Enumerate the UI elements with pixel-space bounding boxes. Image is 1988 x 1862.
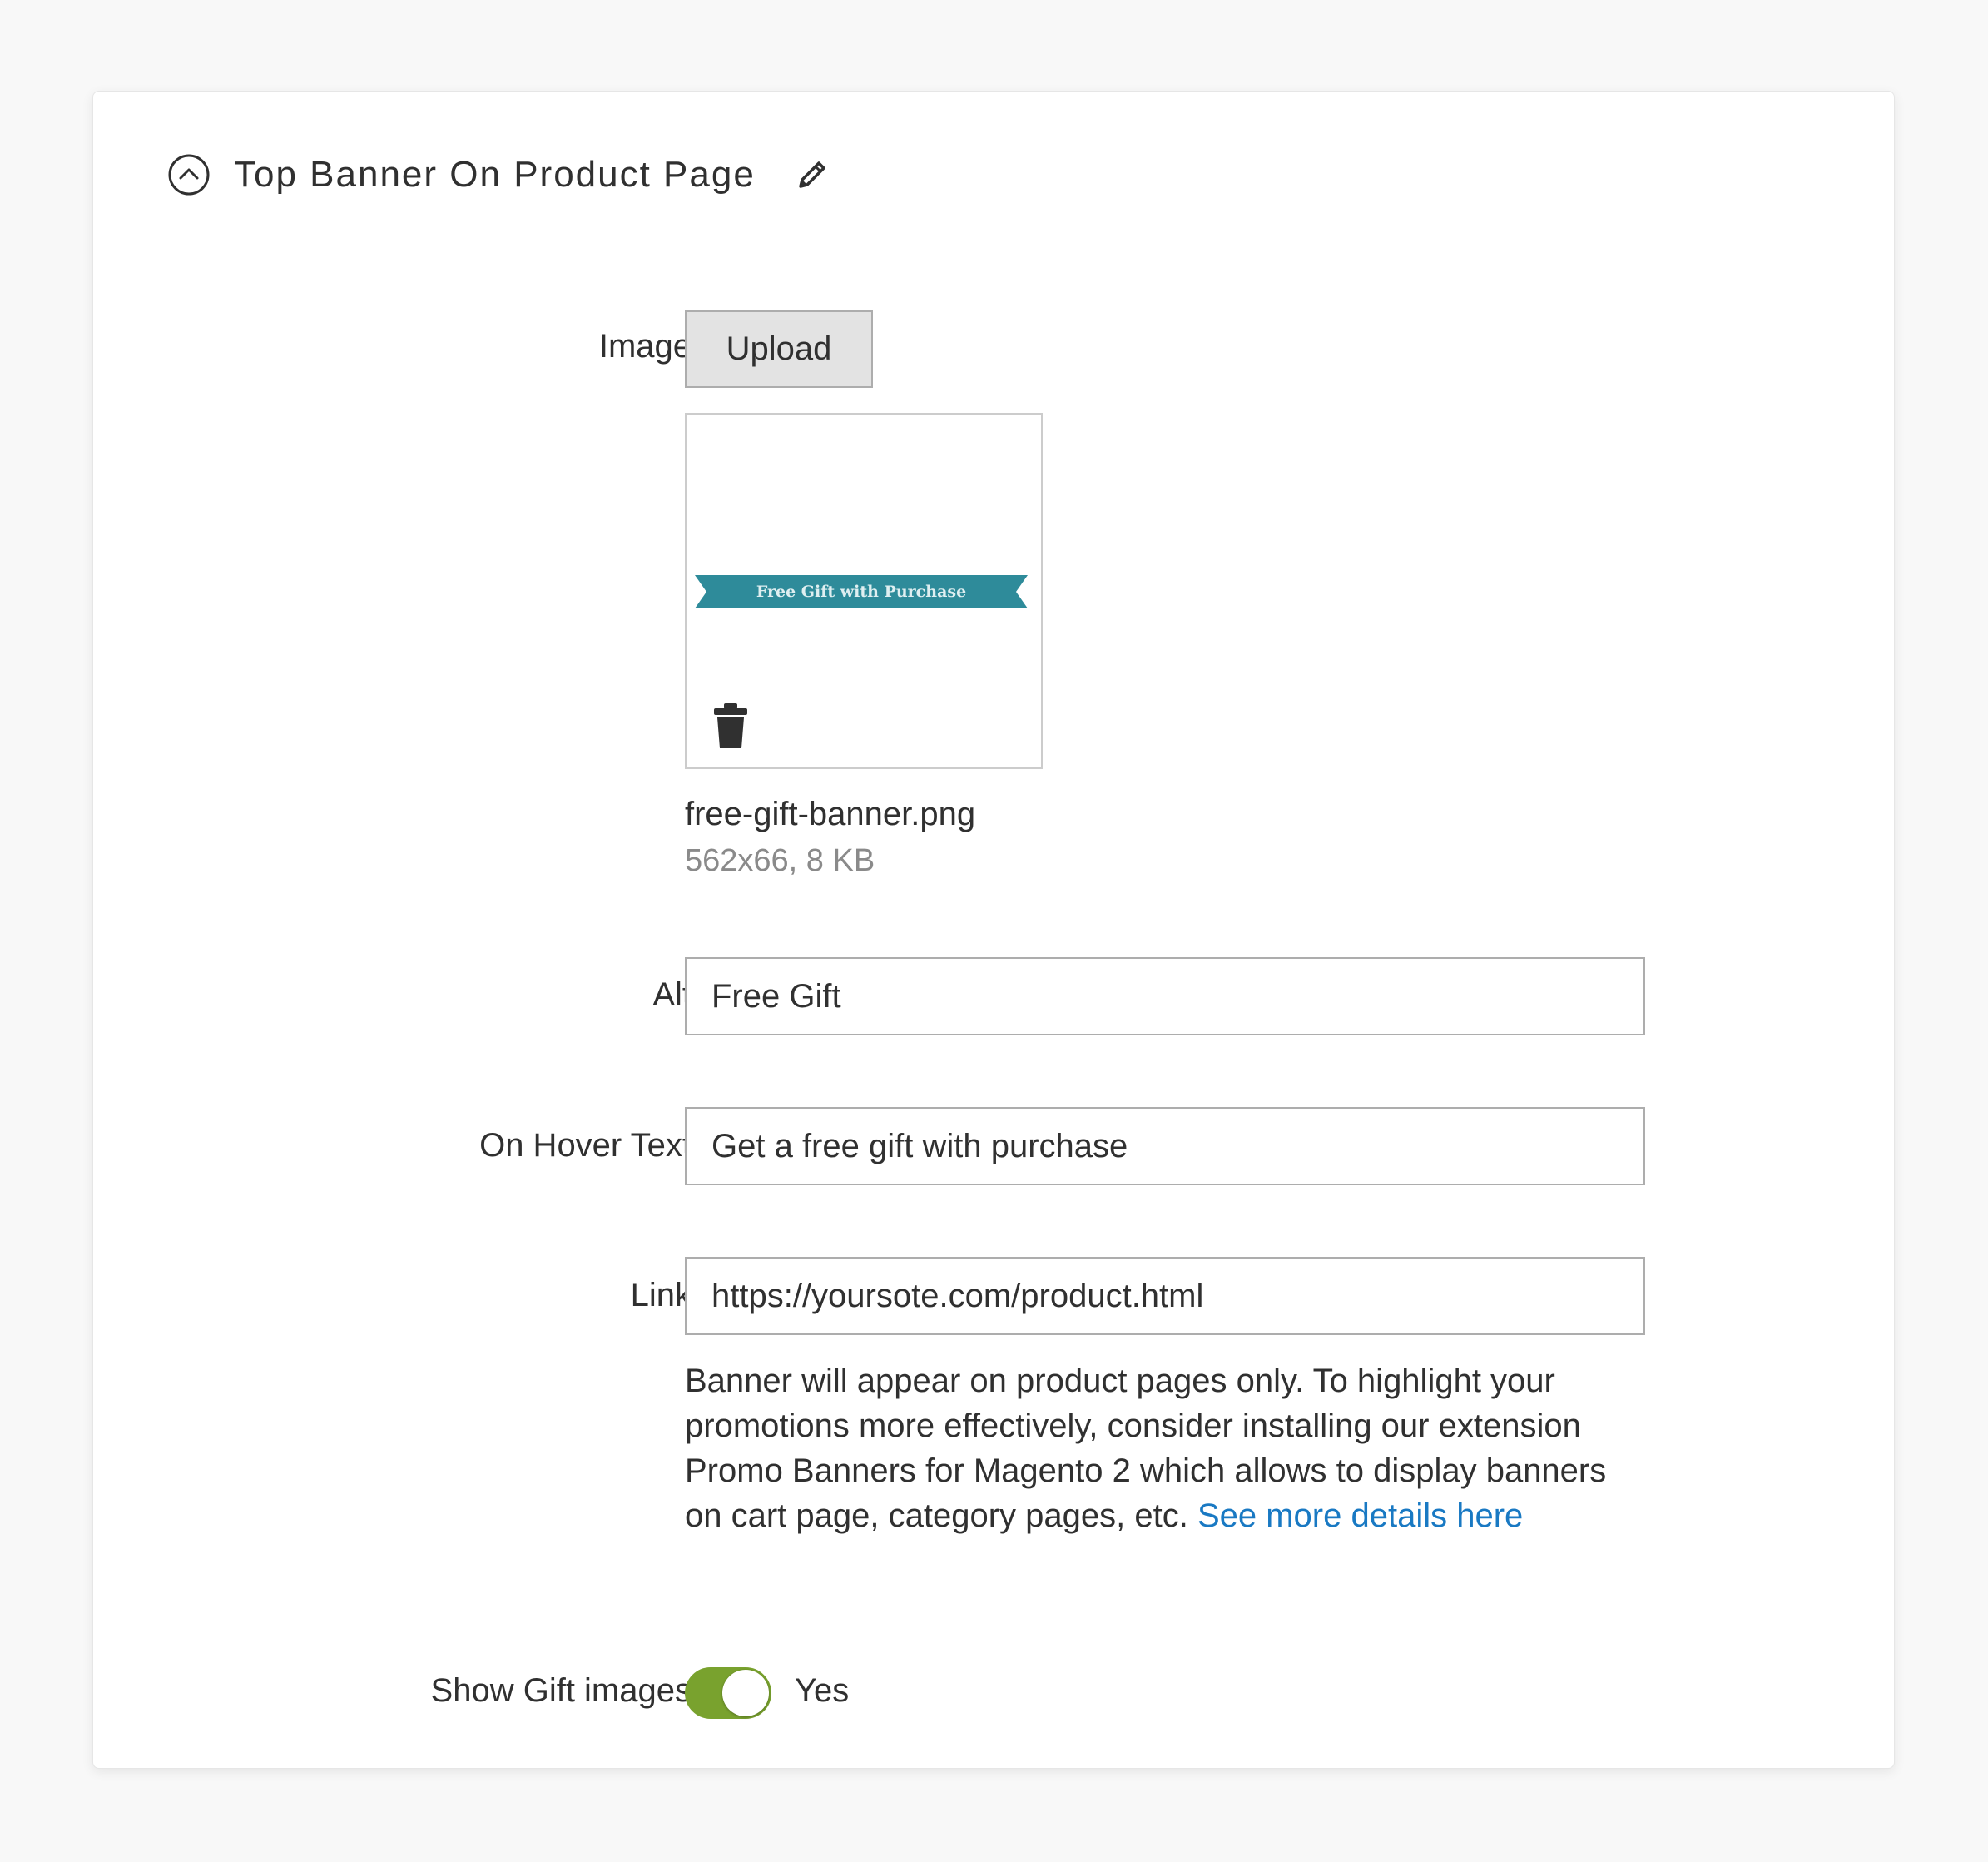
- link-note: Banner will appear on product pages only…: [685, 1358, 1650, 1538]
- trash-icon[interactable]: [712, 702, 749, 750]
- show-gift-images-toggle[interactable]: [685, 1667, 771, 1719]
- alt-input[interactable]: [685, 957, 1645, 1035]
- chevron-up-circle-icon[interactable]: [167, 153, 211, 196]
- hover-text-input[interactable]: [685, 1107, 1645, 1185]
- see-more-details-link[interactable]: See more details here: [1197, 1497, 1523, 1534]
- section-title[interactable]: Top Banner On Product Page: [234, 154, 756, 196]
- pencil-icon[interactable]: [794, 156, 830, 193]
- image-label: Image: [598, 328, 692, 365]
- image-preview: Free Gift with Purchase: [685, 413, 1043, 769]
- link-input[interactable]: [685, 1257, 1645, 1335]
- file-name: free-gift-banner.png: [685, 796, 976, 832]
- toggle-knob: [722, 1670, 769, 1716]
- banner-preview-text: Free Gift with Purchase: [756, 583, 967, 601]
- hover-text-label: On Hover Text: [479, 1127, 692, 1164]
- upload-button[interactable]: Upload: [685, 310, 873, 388]
- file-meta: 562x66, 8 KB: [685, 843, 875, 878]
- section-header: Top Banner On Product Page: [167, 142, 830, 208]
- toggle-state-label: Yes: [795, 1672, 850, 1709]
- banner-settings-card: Top Banner On Product Page Image Upload …: [92, 91, 1895, 1769]
- link-label: Link: [630, 1277, 692, 1313]
- banner-preview-text-wrap: Free Gift with Purchase: [695, 573, 1028, 610]
- show-gift-images-label: Show Gift images: [430, 1672, 692, 1709]
